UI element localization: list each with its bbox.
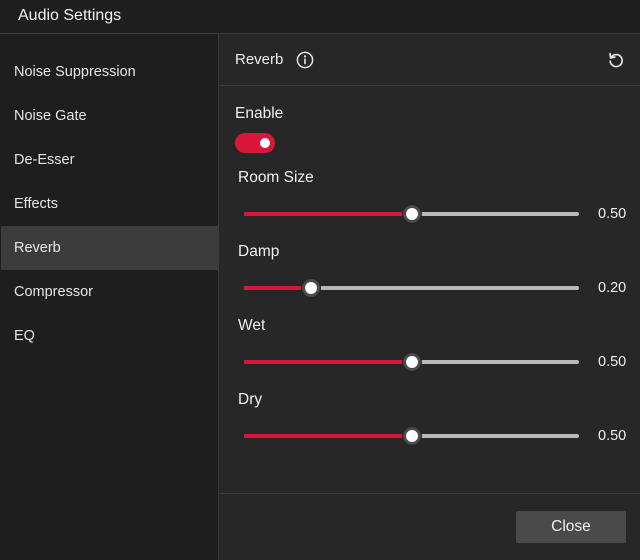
reverb-panel: Reverb Enable Room Size 0.50 Damp 0.20 W…	[219, 34, 640, 560]
sidebar-item-de-esser[interactable]: De-Esser	[1, 138, 218, 182]
enable-toggle[interactable]	[235, 133, 275, 153]
room-size-value: 0.50	[598, 206, 627, 222]
sidebar: Noise Suppression Noise Gate De-Esser Ef…	[0, 34, 219, 560]
slider-thumb[interactable]	[402, 353, 421, 371]
sidebar-item-effects[interactable]: Effects	[1, 182, 218, 226]
sidebar-item-noise-suppression[interactable]: Noise Suppression	[1, 50, 218, 94]
wet-value: 0.50	[598, 354, 627, 370]
title-bar: Audio Settings	[0, 0, 640, 34]
sidebar-item-compressor[interactable]: Compressor	[1, 270, 218, 314]
enable-label: Enable	[235, 105, 284, 122]
room-size-slider[interactable]	[244, 205, 579, 223]
footer-divider	[219, 493, 640, 494]
close-button[interactable]: Close	[516, 511, 626, 543]
panel-title: Reverb	[235, 51, 284, 68]
wet-label: Wet	[238, 317, 266, 334]
room-size-label: Room Size	[238, 169, 314, 186]
dry-value: 0.50	[598, 428, 627, 444]
slider-fill	[244, 434, 412, 438]
wet-slider[interactable]	[244, 353, 579, 371]
reset-icon[interactable]	[607, 51, 625, 69]
slider-fill	[244, 360, 412, 364]
slider-thumb[interactable]	[302, 279, 320, 297]
audio-settings-window: Audio Settings Noise Suppression Noise G…	[0, 0, 640, 560]
sidebar-item-eq[interactable]: EQ	[1, 314, 218, 358]
sidebar-item-reverb[interactable]: Reverb	[1, 226, 218, 270]
window-title: Audio Settings	[18, 7, 122, 24]
slider-fill	[244, 286, 311, 290]
toggle-knob	[260, 138, 270, 148]
panel-header: Reverb	[219, 34, 640, 86]
damp-slider[interactable]	[244, 279, 579, 297]
slider-thumb[interactable]	[402, 427, 421, 445]
slider-thumb[interactable]	[402, 205, 421, 223]
info-icon[interactable]	[296, 51, 314, 69]
slider-fill	[244, 212, 412, 216]
dry-slider[interactable]	[244, 427, 579, 445]
dry-label: Dry	[238, 391, 263, 408]
sidebar-item-noise-gate[interactable]: Noise Gate	[1, 94, 218, 138]
damp-value: 0.20	[598, 280, 627, 296]
damp-label: Damp	[238, 243, 280, 260]
